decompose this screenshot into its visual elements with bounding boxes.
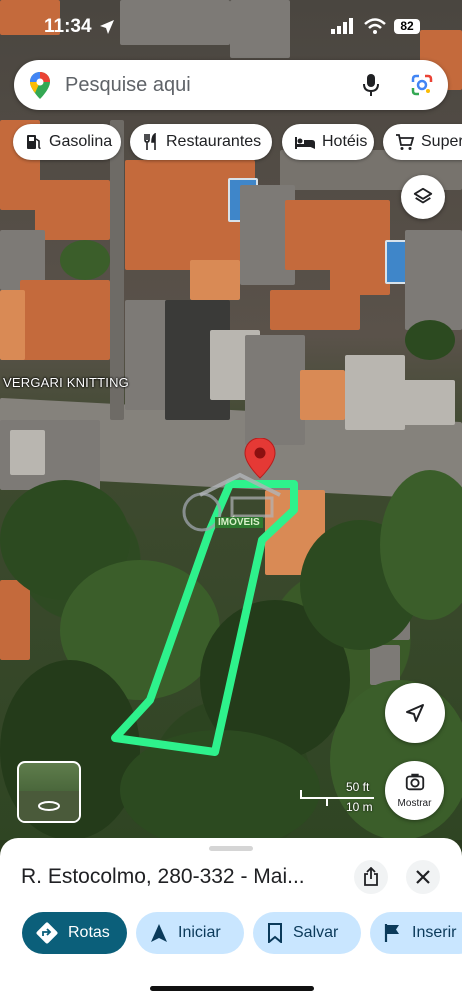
watermark-text: IMÓVEIS: [215, 517, 263, 528]
chip-super[interactable]: Super: [383, 124, 462, 160]
directions-icon: [36, 922, 58, 944]
scale-tick: [326, 797, 328, 806]
share-button[interactable]: [354, 860, 388, 894]
scale-meters: 10 m: [346, 800, 373, 814]
my-location-button[interactable]: [385, 683, 445, 743]
map-pin-icon[interactable]: [244, 438, 276, 480]
clock: 11:34: [44, 16, 92, 37]
scale-feet: 50 ft: [346, 780, 370, 794]
place-sheet[interactable]: R. Estocolmo, 280-332 - Mai... Rotas Ini…: [0, 838, 462, 1000]
search-bar[interactable]: Pesquise aqui: [14, 60, 448, 110]
chip-gasolina[interactable]: Gasolina: [13, 124, 121, 160]
chip-label: Restaurantes: [166, 133, 262, 150]
chip-label: Hotéis: [322, 133, 368, 150]
watermark-logo: [182, 472, 281, 532]
add-label-button[interactable]: Inserir: [370, 912, 462, 954]
home-indicator[interactable]: [150, 986, 314, 991]
start-label: Iniciar: [178, 924, 221, 941]
google-maps-pin-icon: [30, 72, 50, 99]
show-lens-button[interactable]: Mostrar: [385, 761, 444, 820]
street-view-thumbnail[interactable]: [17, 761, 81, 823]
layers-icon: [413, 187, 433, 204]
flag-icon: [384, 924, 399, 942]
save-button[interactable]: Salvar: [253, 912, 361, 954]
gas-station-icon: [27, 135, 41, 149]
navigation-arrow-icon: [406, 704, 424, 722]
microphone-icon[interactable]: [363, 73, 379, 97]
shopping-cart-icon: [396, 134, 415, 150]
search-input[interactable]: Pesquise aqui: [65, 74, 191, 97]
drag-handle[interactable]: [209, 846, 253, 851]
wifi-icon: [364, 18, 386, 34]
chip-hoteis[interactable]: Hotéis: [282, 124, 374, 160]
rotate-360-icon: [38, 801, 60, 811]
directions-label: Rotas: [68, 924, 110, 941]
add-label-text: Inserir: [412, 924, 457, 941]
chip-label: Gasolina: [49, 133, 113, 150]
location-arrow-icon: [100, 20, 114, 34]
status-bar: 11:34 82: [0, 0, 462, 54]
hotel-icon: [295, 137, 315, 149]
camera-lens-icon: [405, 773, 425, 791]
start-button[interactable]: Iniciar: [136, 912, 244, 954]
navigation-arrow-icon: [151, 924, 167, 942]
close-icon: [416, 870, 430, 884]
restaurant-icon: [144, 133, 156, 150]
directions-button[interactable]: Rotas: [22, 912, 127, 954]
show-label: Mostrar: [397, 798, 432, 809]
place-title: R. Estocolmo, 280-332 - Mai...: [21, 865, 305, 888]
signal-icon: [331, 18, 353, 34]
google-lens-icon[interactable]: [411, 74, 433, 96]
chip-restaurantes[interactable]: Restaurantes: [130, 124, 272, 160]
scale-line: [300, 797, 374, 799]
save-label: Salvar: [293, 924, 339, 941]
scale-bar: 50 ft 10 m: [298, 780, 378, 820]
close-button[interactable]: [406, 860, 440, 894]
bookmark-icon: [268, 923, 282, 943]
share-icon: [364, 867, 378, 886]
place-label[interactable]: VERGARI KNITTING: [3, 375, 129, 390]
scale-tick: [300, 790, 302, 799]
battery-level: 82: [394, 19, 420, 34]
chip-label: Super: [421, 133, 462, 150]
layers-button[interactable]: [401, 175, 445, 219]
